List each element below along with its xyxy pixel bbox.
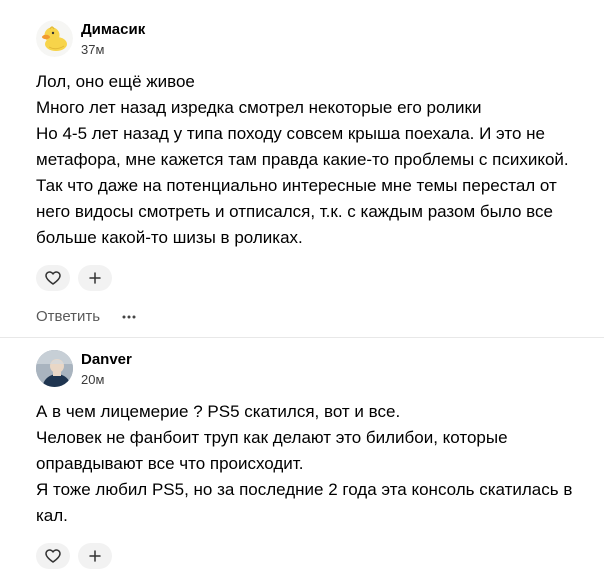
comment: Димасик 37м Лол, оно ещё живое Много лет…: [36, 20, 594, 325]
comment-line: Я тоже любил PS5, но за последние 2 года…: [36, 480, 573, 499]
plus-icon: [89, 550, 101, 562]
comment-line: него видосы смотреть и отписался, т.к. с…: [36, 202, 553, 221]
comment-line: больше какой-то шизы в роликах.: [36, 228, 303, 247]
comment-line: кал.: [36, 506, 68, 525]
reply-button[interactable]: Ответить: [36, 308, 100, 325]
divider: [0, 337, 604, 338]
author-name[interactable]: Danver: [81, 351, 132, 369]
more-button[interactable]: [122, 315, 136, 319]
comment-actions: [36, 543, 594, 569]
heart-icon: [45, 271, 61, 285]
add-reaction-button[interactable]: [78, 543, 112, 569]
avatar[interactable]: [36, 350, 73, 387]
user-photo-icon: [36, 350, 73, 387]
comment-timestamp: 20м: [81, 372, 105, 387]
plus-icon: [89, 272, 101, 284]
comment-line: Много лет назад изредка смотрел некоторы…: [36, 98, 482, 117]
comment-actions: [36, 265, 594, 291]
comment-line: Человек не фанбоит труп как делают это б…: [36, 428, 508, 447]
comment-line: метафора, мне кажется там правда какие-т…: [36, 150, 569, 169]
comment-line: оправдывают все что происходит.: [36, 454, 304, 473]
avatar[interactable]: [36, 20, 73, 57]
comment-header: Danver 20м: [36, 350, 594, 394]
comment-text: Лол, оно ещё живое Много лет назад изред…: [36, 69, 594, 251]
author-name[interactable]: Димасик: [81, 21, 145, 39]
comment-line: Но 4-5 лет назад у типа походу совсем кр…: [36, 124, 545, 143]
like-button[interactable]: [36, 543, 70, 569]
comment-line: Лол, оно ещё живое: [36, 72, 195, 91]
reply-row: Ответить: [36, 308, 594, 325]
more-dots-icon: [122, 315, 136, 318]
comment-timestamp: 37м: [81, 42, 105, 57]
duck-icon: [36, 20, 73, 57]
comment-header: Димасик 37м: [36, 20, 594, 64]
like-button[interactable]: [36, 265, 70, 291]
comment-text: А в чем лицемерие ? PS5 скатился, вот и …: [36, 399, 594, 529]
heart-icon: [45, 549, 61, 563]
comment-line: А в чем лицемерие ? PS5 скатился, вот и …: [36, 402, 401, 421]
comment: Danver 20м А в чем лицемерие ? PS5 скати…: [36, 350, 594, 569]
add-reaction-button[interactable]: [78, 265, 112, 291]
comment-line: Так что даже на потенциально интересные …: [36, 176, 557, 195]
